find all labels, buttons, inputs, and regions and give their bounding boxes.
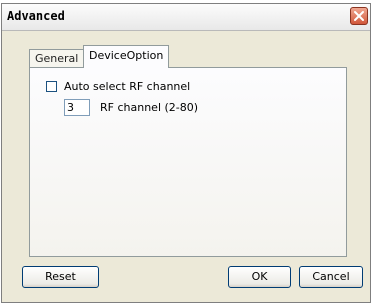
cancel-button[interactable]: Cancel: [299, 266, 363, 288]
auto-select-rf-label[interactable]: Auto select RF channel: [64, 80, 190, 93]
tab-general[interactable]: General: [29, 49, 85, 67]
tab-deviceoption[interactable]: DeviceOption: [83, 45, 170, 68]
tab-deviceoption-label: DeviceOption: [89, 49, 164, 62]
ok-button[interactable]: OK: [228, 266, 291, 288]
advanced-dialog: Advanced General DeviceOption Auto selec…: [1, 3, 371, 303]
window-title: Advanced: [7, 9, 65, 23]
deviceoption-panel: Auto select RF channel RF channel (2-80): [29, 67, 347, 257]
auto-select-rf-checkbox[interactable]: [46, 81, 57, 92]
rf-channel-input[interactable]: [64, 99, 90, 116]
title-bar[interactable]: Advanced: [2, 4, 370, 31]
close-icon: [354, 11, 364, 21]
tab-general-label: General: [35, 52, 79, 65]
rf-channel-label: RF channel (2-80): [100, 101, 199, 114]
close-button[interactable]: [350, 7, 368, 25]
reset-button[interactable]: Reset: [22, 266, 99, 288]
